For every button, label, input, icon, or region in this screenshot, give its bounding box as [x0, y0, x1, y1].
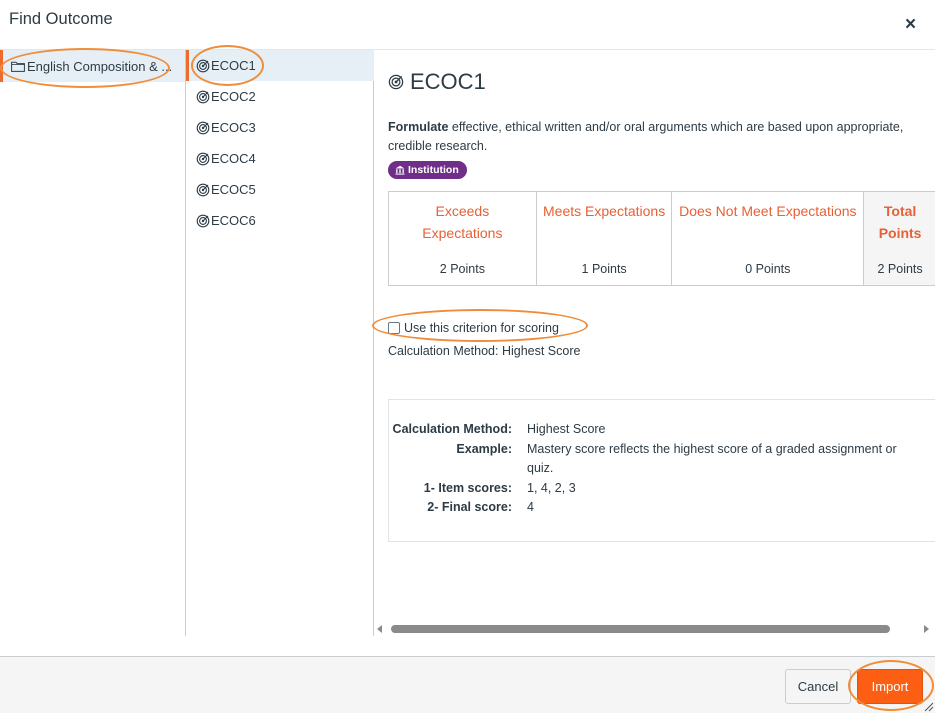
target-icon: [196, 90, 210, 103]
calc-example-label: Example:: [456, 441, 512, 456]
outcome-item-ecoc4[interactable]: ECOC4: [186, 143, 374, 174]
dialog-header: Find Outcome ×: [0, 0, 935, 50]
rubric-rating: Exceeds Expectations 2 Points: [389, 192, 537, 285]
calc-final-score-value: 4: [527, 500, 534, 514]
calc-final-score-label: 2- Final score:: [427, 500, 512, 514]
outcome-description: Formulate effective, ethical written and…: [388, 118, 928, 156]
calculation-method-line: Calculation Method: Highest Score: [388, 344, 581, 358]
calc-row-method: Calculation Method: Highest Score: [389, 420, 935, 440]
calc-row-example: Example: Mastery score reflects the high…: [389, 440, 935, 479]
description-rest: effective, ethical written and/or oral a…: [388, 120, 904, 153]
scoring-checkbox[interactable]: [388, 322, 400, 334]
outcomes-pane: ECOC1 ECOC2 ECOC3 ECOC4 ECOC5 ECOC6: [186, 50, 374, 636]
scroll-right-icon[interactable]: [924, 625, 929, 633]
target-icon: [196, 214, 210, 227]
outcome-item-label: ECOC2: [211, 89, 256, 104]
target-icon: [388, 74, 404, 90]
folder-icon: [11, 61, 25, 72]
outcome-item-ecoc3[interactable]: ECOC3: [186, 112, 374, 143]
calc-row-item-scores: 1- Item scores: 1, 4, 2, 3: [389, 479, 935, 499]
outcome-item-label: ECOC5: [211, 182, 256, 197]
target-icon: [196, 152, 210, 165]
calc-item-scores-value: 1, 4, 2, 3: [527, 480, 576, 495]
outcome-detail-title: ECOC1: [388, 69, 486, 95]
outcome-detail-pane: ECOC1 Formulate effective, ethical writt…: [374, 50, 935, 636]
institution-icon: [395, 165, 405, 175]
calc-method-value: Highest Score: [527, 422, 606, 436]
outcome-item-ecoc6[interactable]: ECOC6: [186, 205, 374, 236]
calculation-details: Calculation Method: Highest Score Exampl…: [389, 420, 935, 518]
rubric-rating-name: Does Not Meet Expectations: [679, 203, 857, 219]
target-icon: [196, 121, 210, 134]
group-item-label: English Composition & ...: [27, 58, 173, 74]
target-icon: [196, 183, 210, 196]
rubric-rating-name: Meets Expectations: [543, 203, 666, 219]
outcome-list: ECOC1 ECOC2 ECOC3 ECOC4 ECOC5 ECOC6: [186, 50, 374, 236]
scoring-checkbox-label[interactable]: Use this criterion for scoring: [404, 321, 559, 335]
badge-label: Institution: [408, 164, 459, 176]
scrollbar-thumb[interactable]: [391, 625, 890, 633]
rubric-total-points: 2 Points: [877, 262, 923, 276]
institution-badge: Institution: [388, 161, 467, 179]
import-button[interactable]: Import: [857, 669, 923, 704]
rubric-total: Total Points 2 Points: [864, 192, 935, 285]
resize-handle-icon[interactable]: [922, 700, 934, 712]
outcome-item-label: ECOC4: [211, 151, 256, 166]
target-icon: [196, 59, 210, 72]
rubric-rating-points: 2 Points: [439, 262, 485, 276]
calc-item-scores-label: 1- Item scores:: [423, 480, 512, 495]
description-bold: Formulate: [388, 120, 449, 134]
scroll-left-icon[interactable]: [377, 625, 382, 633]
rubric-rating: Meets Expectations 1 Points: [537, 192, 673, 285]
outcome-groups-pane: English Composition & ...: [0, 50, 186, 636]
outcome-item-ecoc1[interactable]: ECOC1: [186, 50, 374, 81]
outcome-item-ecoc2[interactable]: ECOC2: [186, 81, 374, 112]
rubric-table: Exceeds Expectations 2 Points Meets Expe…: [388, 191, 935, 286]
calculation-method-box: Calculation Method: Highest Score Exampl…: [388, 399, 935, 542]
close-icon[interactable]: ×: [905, 14, 916, 36]
calc-method-label: Calculation Method:: [392, 422, 512, 436]
cancel-button[interactable]: Cancel: [785, 669, 851, 704]
dialog-title: Find Outcome: [9, 10, 113, 28]
calc-row-final-score: 2- Final score: 4: [389, 498, 935, 518]
calc-example-value: Mastery score reflects the highest score…: [527, 441, 897, 476]
outcome-item-label: ECOC6: [211, 213, 256, 228]
rubric-rating-points: 0 Points: [745, 262, 791, 276]
scoring-criterion-option[interactable]: Use this criterion for scoring: [388, 321, 559, 335]
rubric-total-name: Total Points: [878, 203, 922, 241]
horizontal-scrollbar[interactable]: [374, 622, 935, 636]
dialog-footer: Cancel Import: [0, 656, 935, 713]
outcome-title-text: ECOC1: [410, 69, 486, 94]
group-item-english-composition[interactable]: English Composition & ...: [0, 50, 185, 82]
outcome-item-ecoc5[interactable]: ECOC5: [186, 174, 374, 205]
outcome-item-label: ECOC1: [211, 58, 256, 73]
rubric-rating-name: Exceeds Expectations: [422, 203, 503, 241]
rubric-rating: Does Not Meet Expectations 0 Points: [672, 192, 865, 285]
rubric-rating-points: 1 Points: [581, 262, 627, 276]
outcome-item-label: ECOC3: [211, 120, 256, 135]
